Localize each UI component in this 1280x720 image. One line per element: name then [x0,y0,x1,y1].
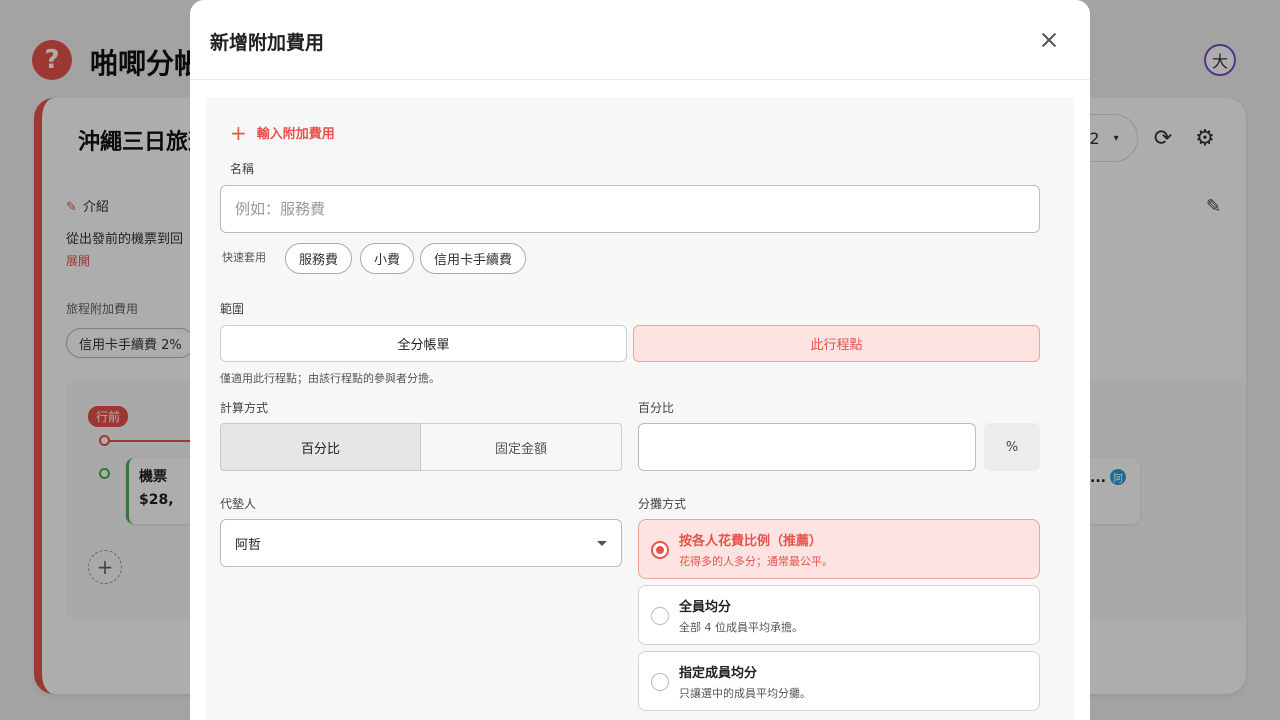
name-label: 名稱 [230,162,255,176]
scope-whole-bill-button[interactable]: 全分帳單 [220,325,627,362]
calc-percent-button[interactable]: 百分比 [220,423,421,471]
add-fee-link-label: 輸入附加費用 [256,127,335,142]
quick-chip-tip[interactable]: 小費 [360,243,415,274]
split-option-proportional[interactable]: 按各人花費比例（推薦） 花得多的人多分；通常最公平。 [638,519,1040,579]
percent-input[interactable] [638,423,976,471]
percent-unit: % [984,423,1040,471]
add-fee-dialog: 新增附加費用 + 輸入附加費用 名稱 快速套用 服務費 小費 信用卡手續費 範圍… [190,0,1090,720]
payer-label: 代墊人 [220,497,257,511]
scope-note: 僅適用此行程點；由該行程點的參與者分擔。 [220,372,440,385]
percent-label: 百分比 [638,401,675,415]
calc-fixed-amount-button[interactable]: 固定金額 [421,423,622,471]
payer-value: 阿哲 [235,537,262,553]
split-option-title: 全員均分 [679,600,732,615]
close-icon[interactable] [1036,28,1062,54]
dialog-title: 新增附加費用 [210,32,325,54]
split-option-desc: 全部 4 位成員平均承擔。 [679,621,803,634]
quick-chip-card-fee[interactable]: 信用卡手續費 [420,243,527,274]
dialog-header: 新增附加費用 [190,0,1090,80]
split-method-label: 分攤方式 [638,497,687,511]
split-option-desc: 只讓選中的成員平均分攤。 [679,687,811,700]
dialog-body: + 輸入附加費用 名稱 快速套用 服務費 小費 信用卡手續費 範圍 全分帳單 此… [206,97,1074,720]
name-input[interactable] [220,185,1040,233]
quick-apply-label: 快速套用 [222,251,266,264]
split-option-title: 按各人花費比例（推薦） [679,534,823,549]
split-option-desc: 花得多的人多分；通常最公平。 [679,555,833,568]
split-option-selected-members[interactable]: 指定成員均分 只讓選中的成員平均分攤。 [638,651,1040,711]
add-fee-link[interactable]: + 輸入附加費用 [230,120,335,145]
payer-select[interactable]: 阿哲 [220,519,622,567]
split-option-title: 指定成員均分 [679,666,758,681]
radio-icon [651,607,669,625]
plus-icon: + [230,120,247,145]
scope-label: 範圍 [220,302,245,316]
calc-method-label: 計算方式 [220,401,269,415]
chevron-down-icon [597,541,607,546]
quick-chip-service-fee[interactable]: 服務費 [285,243,353,274]
radio-selected-icon [651,541,669,559]
split-option-equal-all[interactable]: 全員均分 全部 4 位成員平均承擔。 [638,585,1040,645]
scope-this-stop-button[interactable]: 此行程點 [633,325,1040,362]
radio-icon [651,673,669,691]
